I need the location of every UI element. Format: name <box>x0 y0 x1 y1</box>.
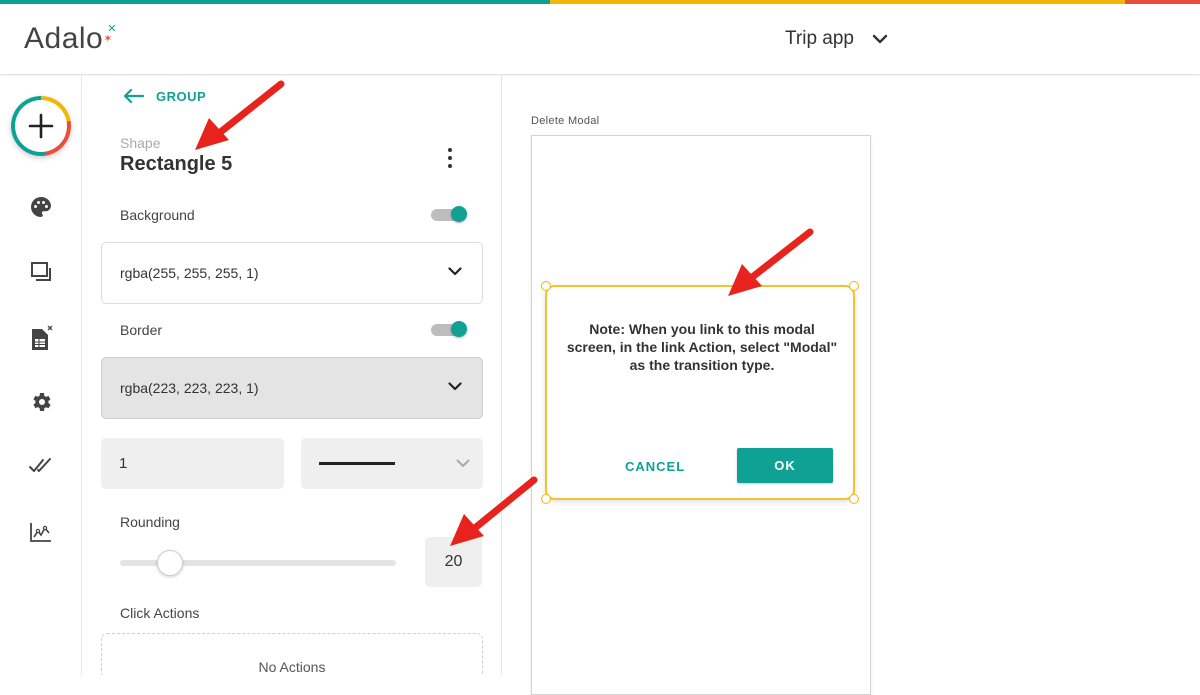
rounding-slider[interactable] <box>120 550 396 576</box>
logo-text: Adalo <box>24 22 104 55</box>
arrow-left-icon <box>123 88 144 104</box>
database-icon[interactable] <box>26 324 56 354</box>
builder-canvas[interactable]: Delete Modal Note: When you link to this… <box>503 76 1200 695</box>
click-actions-label: Click Actions <box>120 605 200 621</box>
palette-icon[interactable] <box>26 192 56 222</box>
rounding-label: Rounding <box>120 514 180 530</box>
component-type-label: Shape <box>120 135 161 151</box>
project-switcher[interactable]: Trip app <box>785 28 888 50</box>
modal-rectangle[interactable]: Note: When you link to this modal screen… <box>541 281 859 504</box>
border-color-select[interactable]: rgba(223, 223, 223, 1) <box>101 357 483 419</box>
screen-title[interactable]: Delete Modal <box>531 115 599 127</box>
resize-handle-bottom-left[interactable] <box>541 494 551 504</box>
border-toggle[interactable] <box>431 321 467 337</box>
app-header: Adalo ✕ ✶ Trip app <box>0 4 1200 75</box>
double-check-icon[interactable] <box>26 451 56 481</box>
resize-handle-top-right[interactable] <box>849 281 859 291</box>
border-style-select[interactable] <box>301 438 483 489</box>
screens-icon[interactable] <box>26 257 56 287</box>
border-width-value: 1 <box>119 455 128 472</box>
gear-icon[interactable] <box>26 387 56 417</box>
resize-handle-top-left[interactable] <box>541 281 551 291</box>
resize-handle-bottom-right[interactable] <box>849 494 859 504</box>
background-toggle[interactable] <box>431 206 467 222</box>
background-label: Background <box>120 207 195 223</box>
project-name: Trip app <box>785 28 854 49</box>
analytics-icon[interactable] <box>26 517 56 547</box>
logo-sparkle-icon: ✕ ✶ <box>103 23 117 45</box>
component-name[interactable]: Rectangle 5 <box>120 153 232 176</box>
background-color-value: rgba(255, 255, 255, 1) <box>120 265 259 281</box>
plus-icon <box>15 100 67 152</box>
properties-panel: GROUP Shape Rectangle 5 Background rgba(… <box>82 76 502 675</box>
cancel-button[interactable]: CANCEL <box>625 459 685 474</box>
no-actions-text: No Actions <box>258 659 326 675</box>
ok-button[interactable]: OK <box>737 448 833 483</box>
adalo-logo[interactable]: Adalo ✕ ✶ <box>24 22 119 56</box>
background-color-select[interactable]: rgba(255, 255, 255, 1) <box>101 242 483 304</box>
border-width-input[interactable]: 1 <box>101 438 284 489</box>
add-component-button[interactable] <box>11 96 71 156</box>
left-toolbar <box>0 76 82 675</box>
chevron-down-icon <box>448 382 462 391</box>
rounding-value-input[interactable]: 20 <box>425 537 482 587</box>
border-label: Border <box>120 322 163 338</box>
modal-note-text[interactable]: Note: When you link to this modal screen… <box>565 320 839 374</box>
chevron-down-icon <box>448 267 462 276</box>
chevron-down-icon <box>872 34 888 44</box>
more-options-icon[interactable] <box>442 146 458 170</box>
solid-line-icon <box>319 462 395 465</box>
back-to-group-link[interactable]: GROUP <box>122 88 206 104</box>
border-color-value: rgba(223, 223, 223, 1) <box>120 380 259 396</box>
click-actions-dropzone[interactable]: No Actions <box>101 633 483 675</box>
back-link-label: GROUP <box>156 88 207 104</box>
chevron-down-icon <box>456 459 470 467</box>
rounding-slider-thumb[interactable] <box>156 550 183 576</box>
